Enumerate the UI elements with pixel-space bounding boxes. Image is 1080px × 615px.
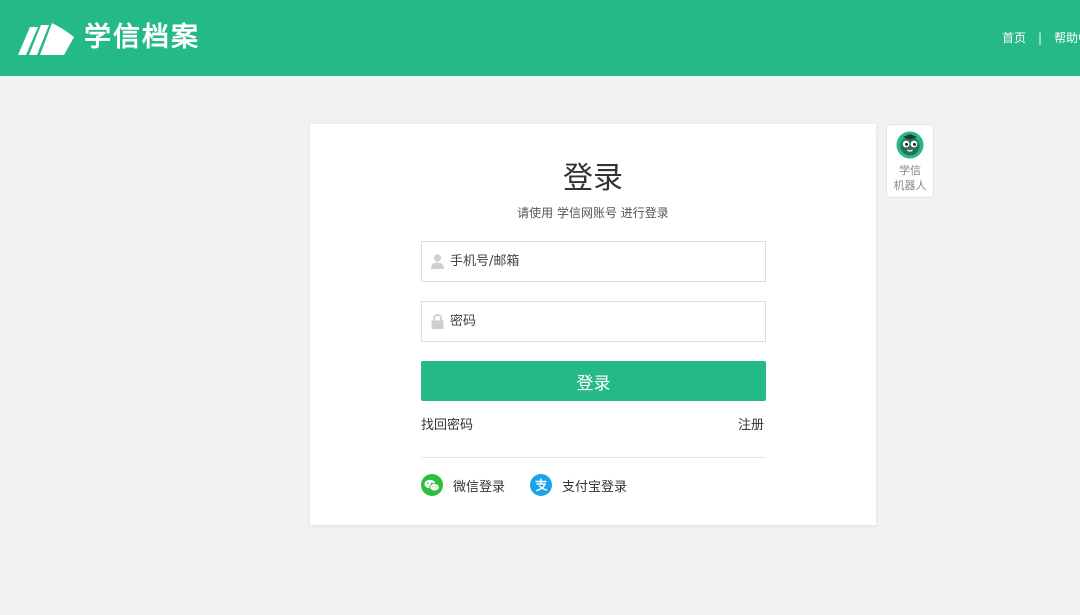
username-input[interactable] (450, 254, 750, 269)
login-subtitle: 请使用 学信网账号 进行登录 (517, 206, 669, 220)
wechat-icon (421, 474, 443, 496)
robot-label: 学信 机器人 (887, 163, 933, 193)
robot-label-line1: 学信 (899, 164, 921, 177)
wechat-login-link[interactable]: 微信登录 (421, 474, 505, 496)
lock-icon (430, 314, 444, 330)
alipay-login-label: 支付宝登录 (562, 479, 628, 495)
robot-label-line2: 机器人 (893, 179, 927, 192)
top-nav: 首页 | 帮助中 (1002, 30, 1080, 46)
user-icon (430, 254, 444, 270)
top-header: 学信档案 首页 | 帮助中 (0, 0, 1080, 76)
register-link[interactable]: 注册 (738, 418, 764, 434)
brand-logo[interactable]: 学信档案 (16, 18, 200, 58)
alipay-icon (530, 474, 552, 496)
divider (421, 457, 766, 458)
alipay-login-link[interactable]: 支付宝登录 (530, 474, 627, 496)
brand-name: 学信档案 (84, 22, 200, 53)
login-button[interactable]: 登录 (421, 361, 766, 401)
wechat-login-label: 微信登录 (453, 479, 506, 495)
book-pages-logo-icon (18, 23, 74, 55)
login-card: 登录 请使用 学信网账号 进行登录 登录 找回密码 注册 (310, 124, 876, 525)
password-input[interactable] (450, 314, 750, 329)
login-title: 登录 (563, 161, 623, 196)
nav-separator: | (1038, 31, 1043, 45)
robot-avatar-icon (896, 131, 924, 159)
username-field[interactable] (421, 241, 766, 282)
nav-help-link[interactable]: 帮助中 (1054, 30, 1080, 46)
password-field[interactable] (421, 301, 766, 342)
nav-home-link[interactable]: 首页 (1002, 30, 1026, 46)
forgot-password-link[interactable]: 找回密码 (421, 418, 473, 434)
assistant-robot-button[interactable]: 学信 机器人 (886, 124, 934, 198)
